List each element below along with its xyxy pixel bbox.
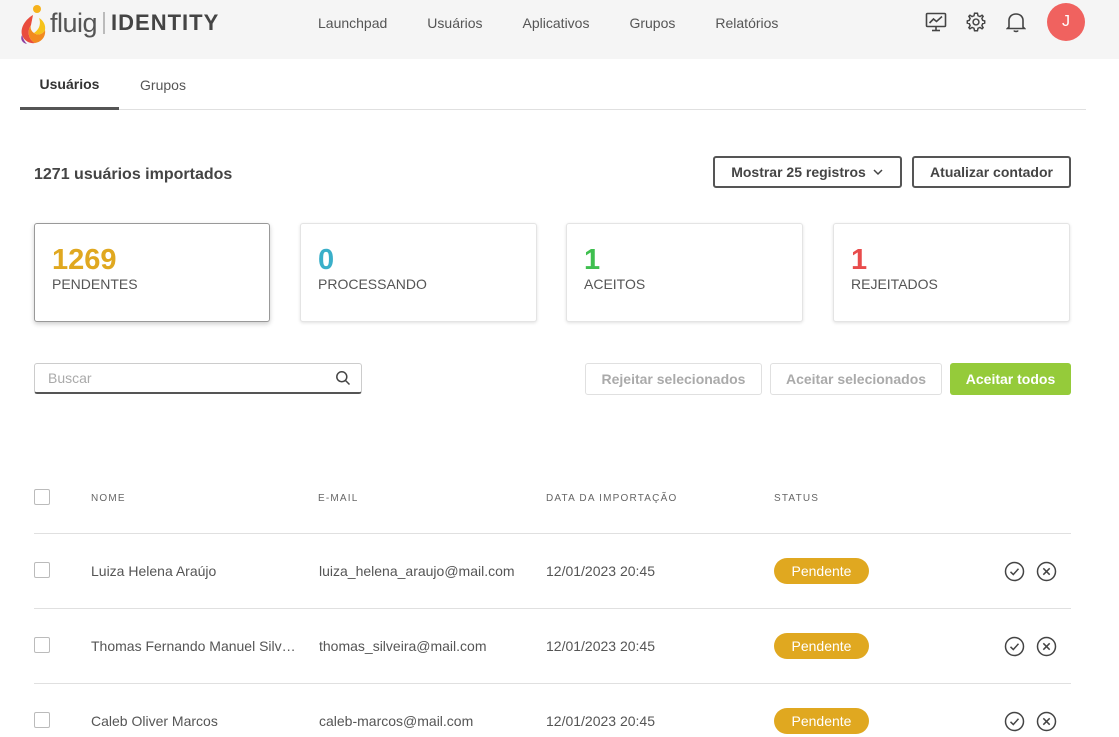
card-pendentes[interactable]: 1269 PENDENTES <box>34 223 270 322</box>
import-date: 12/01/2023 20:45 <box>546 563 655 579</box>
status-badge: Pendente <box>774 708 869 734</box>
nav-usuarios[interactable]: Usuários <box>427 15 482 31</box>
card-value: 1 <box>851 244 868 276</box>
card-processando[interactable]: 0 PROCESSANDO <box>300 223 537 322</box>
reject-x-icon[interactable] <box>1035 560 1057 582</box>
table-row: Thomas Fernando Manuel Silveira thomas_s… <box>34 609 1071 684</box>
nav-launchpad[interactable]: Launchpad <box>318 15 387 31</box>
user-name: Caleb Oliver Marcos <box>91 713 218 729</box>
show-records-dropdown[interactable]: Mostrar 25 registros <box>713 156 902 188</box>
top-navbar: fluig IDENTITY Launchpad Usuários Aplica… <box>0 0 1119 59</box>
search-icon[interactable] <box>335 370 351 386</box>
reject-x-icon[interactable] <box>1035 635 1057 657</box>
status-badge: Pendente <box>774 633 869 659</box>
row-checkbox[interactable] <box>34 712 50 728</box>
table-row: Caleb Oliver Marcos caleb-marcos@mail.co… <box>34 684 1071 737</box>
main-nav: Launchpad Usuários Aplicativos Grupos Re… <box>298 0 798 46</box>
accept-check-icon[interactable] <box>1003 710 1025 732</box>
card-rejeitados[interactable]: 1 REJEITADOS <box>833 223 1070 322</box>
logo-product-name: IDENTITY <box>111 10 220 35</box>
import-date: 12/01/2023 20:45 <box>546 713 655 729</box>
card-value: 0 <box>318 244 335 276</box>
tab-usuarios[interactable]: Usuários <box>20 60 119 110</box>
row-checkbox[interactable] <box>34 562 50 578</box>
user-email: caleb-marcos@mail.com <box>319 713 474 729</box>
status-badge: Pendente <box>774 558 869 584</box>
card-value: 1 <box>584 244 601 276</box>
tab-grupos[interactable]: Grupos <box>119 60 207 109</box>
page-tabs: Usuários Grupos <box>20 60 1086 110</box>
users-table: NOME E-MAIL DATA DA IMPORTAÇÃO STATUS Lu… <box>34 473 1071 737</box>
user-avatar[interactable]: J <box>1047 3 1085 41</box>
nav-relatorios[interactable]: Relatórios <box>715 15 778 31</box>
refresh-counter-button[interactable]: Atualizar contador <box>912 156 1071 188</box>
fluig-logo-icon <box>18 3 48 44</box>
accept-check-icon[interactable] <box>1003 560 1025 582</box>
fluig-logo[interactable]: fluig IDENTITY <box>18 2 219 44</box>
accept-check-icon[interactable] <box>1003 635 1025 657</box>
search-input[interactable] <box>48 370 335 386</box>
user-name: Thomas Fernando Manuel Silveira <box>91 638 301 654</box>
reject-selected-button[interactable]: Rejeitar selecionados <box>585 363 762 395</box>
logo-divider <box>103 12 106 34</box>
table-header: NOME E-MAIL DATA DA IMPORTAÇÃO STATUS <box>34 473 1071 534</box>
nav-grupos[interactable]: Grupos <box>629 15 675 31</box>
gear-icon[interactable] <box>965 11 987 33</box>
show-records-label: Mostrar 25 registros <box>731 164 866 180</box>
monitor-chart-icon[interactable] <box>925 11 947 33</box>
search-box <box>34 363 362 394</box>
imported-users-count: 1271 usuários importados <box>34 166 233 183</box>
column-header-email: E-MAIL <box>318 493 359 504</box>
accept-all-button[interactable]: Aceitar todos <box>950 363 1071 395</box>
reject-x-icon[interactable] <box>1035 710 1057 732</box>
bell-icon[interactable] <box>1005 11 1027 33</box>
nav-aplicativos[interactable]: Aplicativos <box>523 15 590 31</box>
column-header-status: STATUS <box>774 493 820 504</box>
user-name: Luiza Helena Araújo <box>91 563 217 579</box>
table-row: Luiza Helena Araújo luiza_helena_araujo@… <box>34 534 1071 609</box>
card-label: REJEITADOS <box>851 276 938 292</box>
chevron-down-icon <box>873 169 883 176</box>
column-header-name: NOME <box>91 493 126 504</box>
select-all-checkbox[interactable] <box>34 489 50 505</box>
logo-text: fluig <box>50 7 98 38</box>
user-email: thomas_silveira@mail.com <box>319 638 487 654</box>
user-email: luiza_helena_araujo@mail.com <box>319 563 515 579</box>
column-header-import-date: DATA DA IMPORTAÇÃO <box>546 493 678 504</box>
card-label: ACEITOS <box>584 276 646 292</box>
card-label: PENDENTES <box>52 276 138 292</box>
import-date: 12/01/2023 20:45 <box>546 638 655 654</box>
card-aceitos[interactable]: 1 ACEITOS <box>566 223 803 322</box>
header-actions: J <box>907 2 1085 42</box>
card-label: PROCESSANDO <box>318 276 427 292</box>
card-value: 1269 <box>52 244 117 276</box>
accept-selected-button[interactable]: Aceitar selecionados <box>770 363 942 395</box>
row-checkbox[interactable] <box>34 637 50 653</box>
